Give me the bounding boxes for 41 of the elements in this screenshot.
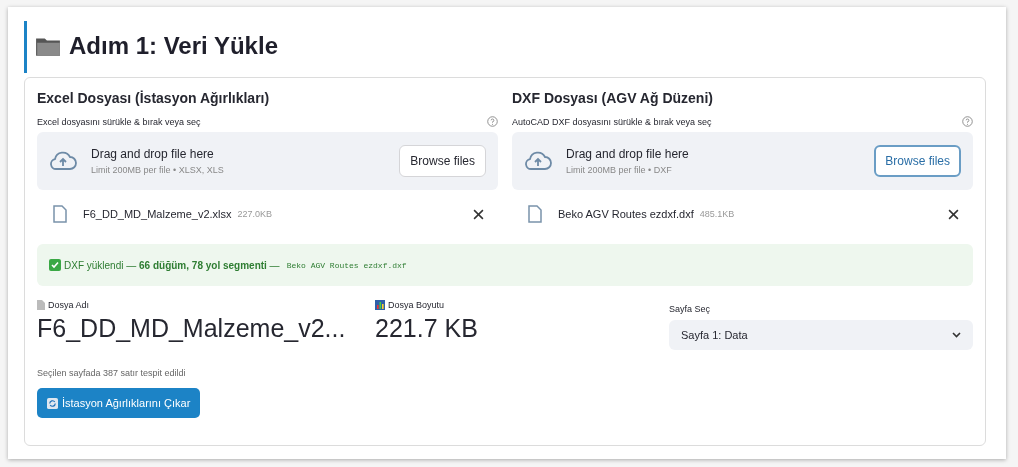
- close-icon[interactable]: [473, 208, 484, 220]
- bar-chart-icon: [375, 300, 385, 310]
- metric-label: Dosya Adı: [48, 300, 90, 310]
- file-name: F6_DD_MD_Malzeme_v2.xlsx: [83, 208, 232, 220]
- sheet-select[interactable]: Sayfa 1: Data: [669, 320, 973, 350]
- drop-zone[interactable]: Drag and drop file here Limit 200MB per file • DXF Browse files: [512, 132, 973, 190]
- drop-hint: Limit 200MB per file • XLSX, XLS: [91, 165, 225, 175]
- metric-value: 221.7 KB: [375, 314, 478, 343]
- drop-zone[interactable]: Drag and drop file here Limit 200MB per file • XLSX, XLS Browse files: [37, 132, 498, 190]
- file-size: 485.1KB: [699, 209, 735, 219]
- file-name: Beko AGV Routes ezdxf.dxf: [558, 208, 694, 220]
- chevron-down-icon: [952, 332, 961, 338]
- page-title: Adım 1: Veri Yükle: [69, 32, 278, 60]
- file-size: 227.0KB: [237, 209, 273, 219]
- help-icon: [487, 116, 498, 127]
- help-icon: [962, 116, 973, 127]
- drop-title: Drag and drop file here: [91, 147, 215, 161]
- refresh-icon: [47, 397, 58, 409]
- folder-icon: [35, 35, 61, 57]
- file-icon: [53, 205, 67, 223]
- select-label: Sayfa Seç: [669, 304, 712, 314]
- metric-value: F6_DD_MD_Malzeme_v2...: [37, 314, 347, 343]
- drop-hint: Limit 200MB per file • DXF: [566, 165, 673, 175]
- cloud-upload-icon: [49, 151, 77, 171]
- field-label: AutoCAD DXF dosyasını sürükle & bırak veya seç: [512, 116, 712, 127]
- extract-button[interactable]: İstasyon Ağırlıklarını Çıkar: [37, 388, 201, 418]
- section-heading: Excel Dosyası (İstasyon Ağırlıkları): [37, 90, 271, 106]
- field-label: Excel dosyasını sürükle & bırak veya seç: [37, 116, 201, 127]
- cloud-upload-icon: [524, 151, 552, 171]
- caption-text: Seçilen sayfada 387 satır tespit edildi: [37, 368, 187, 378]
- check-icon: [49, 259, 61, 271]
- file-name-code: Beko AGV Routes ezdxf.dxf: [286, 260, 407, 270]
- page-icon: [37, 300, 45, 310]
- file-icon: [528, 205, 542, 223]
- section-heading: DXF Dosyası (AGV Ağ Düzeni): [512, 90, 714, 106]
- browse-button[interactable]: Browse files: [399, 145, 486, 177]
- success-message: DXF yüklendi — 66 düğüm, 78 yol segmenti —: [64, 259, 280, 271]
- close-icon[interactable]: [948, 208, 959, 220]
- browse-button[interactable]: Browse files: [874, 145, 961, 177]
- metric-label: Dosya Boyutu: [388, 300, 445, 310]
- drop-title: Drag and drop file here: [566, 147, 690, 161]
